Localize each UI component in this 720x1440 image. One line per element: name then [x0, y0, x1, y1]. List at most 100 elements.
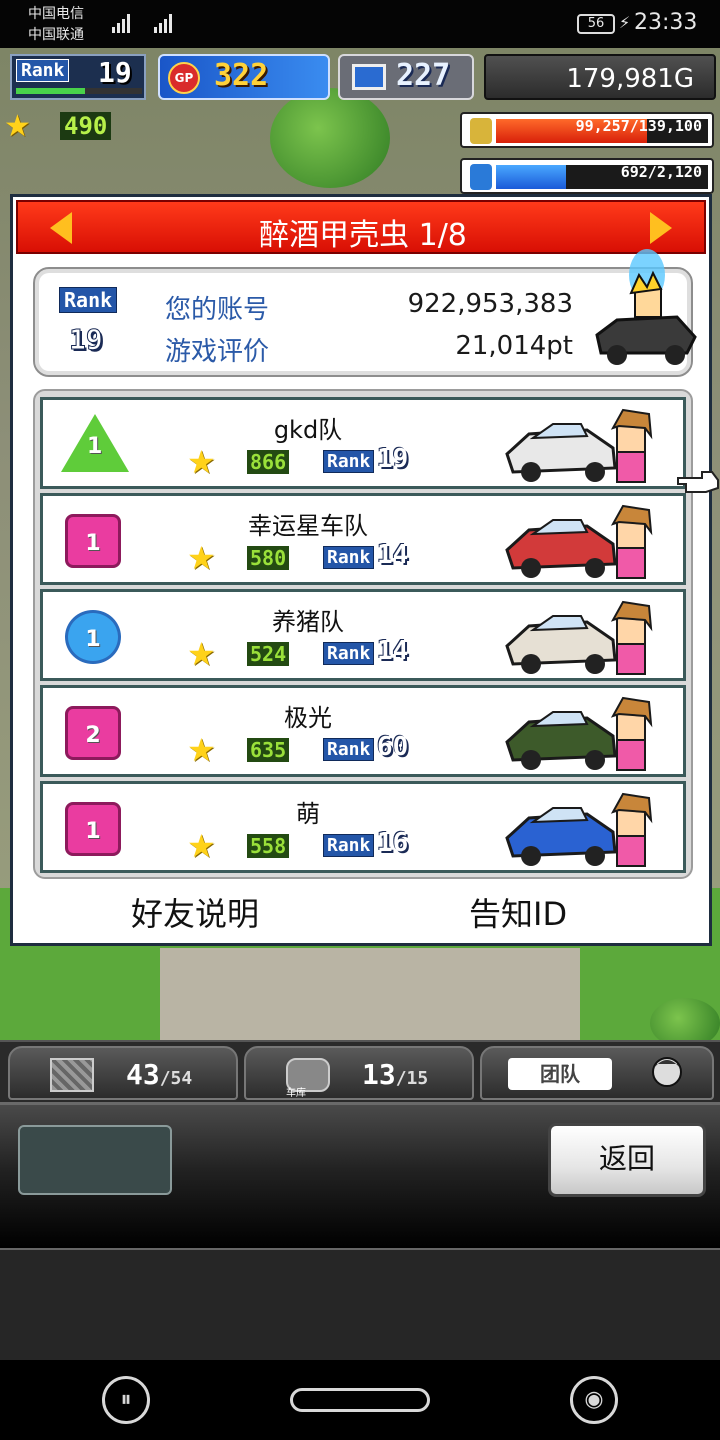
- clock: 23:33: [634, 10, 698, 35]
- tree: [270, 88, 390, 188]
- next-arrow-icon[interactable]: [650, 212, 672, 244]
- gp-value: 322: [214, 58, 269, 93]
- team-rank-value: 16: [377, 828, 409, 858]
- empty-slot[interactable]: [18, 1125, 172, 1195]
- team-badge: 1: [65, 514, 121, 568]
- tab-staff[interactable]: 43/54: [8, 1046, 238, 1100]
- rank-display[interactable]: Rank 19: [10, 54, 146, 100]
- rank-value: 19: [98, 56, 132, 89]
- team-rank-label: Rank: [323, 450, 375, 473]
- carrier-1: 中国电信: [28, 6, 84, 22]
- star-icon: ★: [187, 827, 216, 865]
- team-rank-label: Rank: [323, 642, 375, 665]
- team-row[interactable]: 1 萌 ★ 558 Rank 16: [40, 781, 686, 873]
- team-row[interactable]: 2 极光 ★ 635 Rank 60: [40, 685, 686, 777]
- team-rank-value: 14: [377, 540, 409, 570]
- team-car-image: [505, 792, 653, 867]
- team-list: 1 gkd队 ★ 866 Rank 19 1 幸运星车队 ★ 580 Rank …: [33, 389, 693, 879]
- rank-label: Rank: [16, 59, 70, 82]
- gp-display[interactable]: GP 322: [158, 54, 330, 100]
- team-name: 极光: [284, 704, 332, 732]
- tab-team-label: 团队: [508, 1058, 612, 1090]
- star-icon: ★: [4, 109, 31, 144]
- team-points: 580: [247, 546, 290, 570]
- team-badge: 1: [61, 414, 129, 472]
- tab-garage-count: 13/15: [362, 1058, 429, 1091]
- navigation-bar: ⏸ ◉: [0, 1360, 720, 1440]
- team-rank-label: Rank: [323, 546, 375, 569]
- charging-icon: ⚡: [619, 13, 631, 32]
- team-car-image: [505, 504, 653, 579]
- tab-staff-count: 43/54: [126, 1058, 193, 1091]
- nav-home-pill[interactable]: [290, 1388, 430, 1412]
- team-points: 635: [247, 738, 290, 762]
- back-button[interactable]: 返回: [548, 1123, 706, 1197]
- tab-garage-label: 车库: [286, 1088, 306, 1099]
- team-name: 幸运星车队: [248, 512, 368, 540]
- coin-resource-bar: 99,257/139,100: [460, 112, 714, 148]
- account-label: 您的账号: [165, 295, 270, 325]
- star-icon: ★: [187, 635, 216, 673]
- status-bar: 中国电信 中国联通 56 ⚡ 23:33: [0, 0, 720, 48]
- team-points: 524: [247, 642, 290, 666]
- team-rank-value: 19: [377, 444, 409, 474]
- info-rank-value: 19: [69, 323, 104, 357]
- control-panel: 返回: [0, 1102, 720, 1250]
- rating-label: 游戏评价: [165, 337, 270, 367]
- rank-progress-bar: [16, 88, 142, 94]
- bottom-tabs: 43/54 车库 13/15 团队: [0, 1040, 720, 1102]
- pc-points-display[interactable]: 227: [338, 54, 474, 100]
- team-dialog: 醉酒甲壳虫 1/8 Rank 19 您的账号 922,953,383 游戏评价 …: [10, 194, 712, 946]
- road: [160, 948, 580, 1040]
- nav-back-icon[interactable]: ⏸: [102, 1376, 150, 1424]
- pc-points-value: 227: [396, 58, 451, 93]
- team-rank-value: 60: [377, 732, 409, 762]
- team-car-image: [505, 408, 653, 483]
- fuel-resource-bar: 692/2,120: [460, 158, 714, 194]
- team-car-image: [505, 696, 653, 771]
- star-icon: ★: [187, 731, 216, 769]
- team-rank-label: Rank: [323, 834, 375, 857]
- game-scene[interactable]: Rank 19 GP 322 227 179,981G ★ 490 99,257…: [0, 48, 720, 1040]
- info-rank-label: Rank: [59, 287, 118, 313]
- account-value: 922,953,383: [407, 289, 573, 319]
- fuel-can-icon: [470, 164, 492, 190]
- coin-resource-text: 99,257/139,100: [575, 117, 702, 135]
- team-rank-label: Rank: [323, 738, 375, 761]
- carrier-2: 中国联通: [28, 27, 84, 43]
- money-display: 179,981G: [484, 54, 716, 100]
- stars-value: 490: [60, 112, 112, 140]
- rating-value: 21,014pt: [455, 331, 573, 361]
- coin-stack-icon: [470, 118, 492, 144]
- team-name: 萌: [296, 800, 320, 828]
- crate-icon: [50, 1058, 94, 1092]
- team-points: 558: [247, 834, 290, 858]
- team-badge: 2: [65, 706, 121, 760]
- blank-area: [0, 1250, 720, 1360]
- share-id-button[interactable]: 告知ID: [469, 889, 567, 935]
- fuel-resource-text: 692/2,120: [620, 163, 702, 181]
- team-badge: 1: [65, 802, 121, 856]
- friend-info-button[interactable]: 好友说明: [131, 889, 259, 935]
- team-car-image: [505, 600, 653, 675]
- team-rank-value: 14: [377, 636, 409, 666]
- team-row[interactable]: 1 养猪队 ★ 524 Rank 14: [40, 589, 686, 681]
- team-badge: 1: [65, 610, 121, 664]
- team-row[interactable]: 1 幸运星车队 ★ 580 Rank 14: [40, 493, 686, 585]
- money-value: 179,981G: [566, 64, 694, 94]
- team-points: 866: [247, 450, 290, 474]
- tree: [650, 998, 720, 1040]
- pointer-hand-icon: [677, 471, 719, 493]
- team-name: 养猪队: [272, 608, 344, 636]
- signal-icon: [112, 14, 172, 33]
- gp-icon: GP: [168, 62, 200, 94]
- tab-team[interactable]: 团队: [480, 1046, 714, 1100]
- player-avatar: [595, 249, 697, 365]
- star-icon: ★: [187, 443, 216, 481]
- computer-icon: [352, 64, 386, 90]
- nav-eye-icon[interactable]: ◉: [570, 1376, 618, 1424]
- player-info: Rank 19 您的账号 922,953,383 游戏评价 21,014pt: [33, 249, 697, 377]
- tab-garage[interactable]: 车库 13/15: [244, 1046, 474, 1100]
- battery-icon: 56: [577, 14, 615, 34]
- team-row[interactable]: 1 gkd队 ★ 866 Rank 19: [40, 397, 686, 489]
